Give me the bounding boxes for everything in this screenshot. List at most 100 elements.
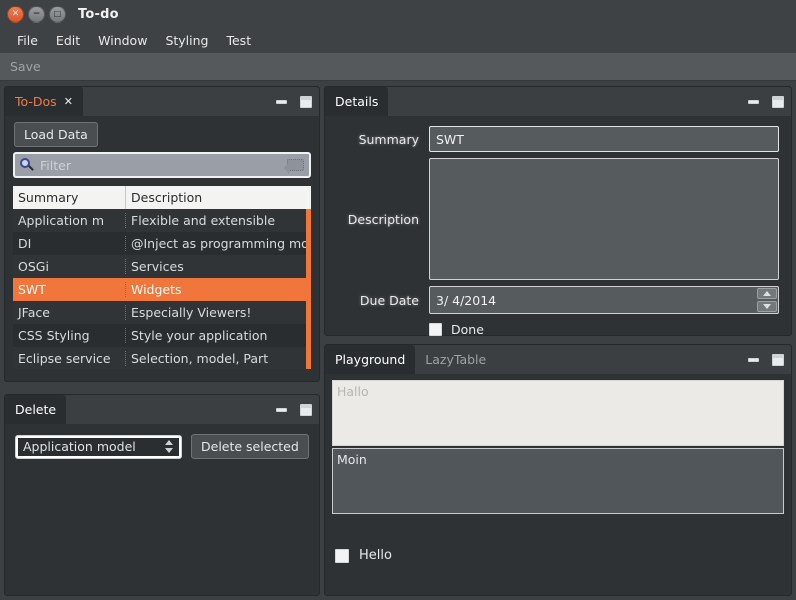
close-icon: ✕ xyxy=(11,8,20,19)
todos-part-controls xyxy=(276,87,312,116)
hello-checkbox[interactable] xyxy=(335,548,349,563)
hello-label: Hello xyxy=(359,548,392,563)
combo-arrows-icon[interactable] xyxy=(159,437,179,456)
window-title: To-do xyxy=(78,6,119,22)
stepper-down-button[interactable] xyxy=(757,301,777,312)
maximize-icon: □ xyxy=(53,9,62,18)
menu-item-window[interactable]: Window xyxy=(89,31,156,50)
table-row[interactable]: JFace Especially Viewers! xyxy=(13,301,311,324)
tab-delete[interactable]: Delete xyxy=(5,395,67,424)
scrollbar-thumb[interactable] xyxy=(306,209,311,369)
table-row[interactable]: CSS Styling Style your application xyxy=(13,324,311,347)
tab-todos-label: To-Dos xyxy=(15,94,57,109)
chevron-up-icon xyxy=(763,291,771,296)
description-field[interactable] xyxy=(429,158,779,280)
done-row: Done xyxy=(325,322,791,337)
playground-checkbox-row: Hello xyxy=(335,548,791,563)
tab-lazytable-label: LazyTable xyxy=(425,352,487,367)
application-window: ✕ − □ To-do File Edit Window Styling Tes… xyxy=(0,0,796,600)
menu-bar: File Edit Window Styling Test xyxy=(0,28,796,53)
due-date-value: 3/ 4/2014 xyxy=(436,292,497,308)
due-date-stepper[interactable] xyxy=(756,287,778,313)
tab-playground-label: Playground xyxy=(335,352,406,367)
cell-description: Style your application xyxy=(131,328,268,343)
summary-label: Summary xyxy=(358,131,419,147)
load-data-button[interactable]: Load Data xyxy=(14,122,98,147)
maximize-icon[interactable] xyxy=(772,95,784,108)
minimize-icon[interactable] xyxy=(276,407,287,412)
maximize-icon[interactable] xyxy=(772,353,784,366)
delete-selected-button[interactable]: Delete selected xyxy=(191,434,309,459)
save-button[interactable]: Save xyxy=(10,59,41,74)
menu-item-styling[interactable]: Styling xyxy=(156,31,217,50)
delete-part-body: Application model Delete selected xyxy=(5,434,319,459)
tab-playground[interactable]: Playground xyxy=(325,345,416,374)
details-part: Details Summary SWT Description Due Date… xyxy=(324,86,792,337)
tab-lazytable[interactable]: LazyTable xyxy=(415,345,496,374)
done-checkbox[interactable] xyxy=(429,323,442,336)
menu-item-test[interactable]: Test xyxy=(217,31,260,50)
due-date-field[interactable]: 3/ 4/2014 xyxy=(429,286,779,314)
table-row-selected[interactable]: SWT Widgets xyxy=(13,278,311,301)
playground-tab-bar: Playground LazyTable xyxy=(325,345,791,374)
todos-table[interactable]: Summary Description Application m Flexib… xyxy=(13,186,311,369)
cell-summary: DI xyxy=(13,236,126,251)
stepper-up-button[interactable] xyxy=(757,288,777,299)
cell-description: Widgets xyxy=(131,282,182,297)
description-label: Description xyxy=(347,211,419,227)
table-row[interactable]: Application m Flexible and extensible xyxy=(13,209,311,232)
todos-tab-bar: To-Dos ✕ xyxy=(5,87,319,116)
minimize-icon[interactable] xyxy=(276,99,287,104)
clear-icon[interactable] xyxy=(284,159,304,174)
minimize-icon[interactable] xyxy=(748,99,759,104)
playground-text-dark[interactable]: Moin xyxy=(332,448,784,514)
details-tab-bar: Details xyxy=(325,87,791,116)
playground-text-light[interactable]: Hallo xyxy=(332,380,784,446)
cell-summary: CSS Styling xyxy=(13,328,126,343)
summary-field[interactable]: SWT xyxy=(429,126,779,152)
playground-part-body: Hallo Moin Hello xyxy=(325,380,791,563)
close-icon[interactable]: ✕ xyxy=(64,95,73,108)
tab-delete-label: Delete xyxy=(15,402,57,417)
cell-summary: OSGi xyxy=(13,259,126,274)
maximize-window-button[interactable]: □ xyxy=(49,5,66,23)
menu-item-file[interactable]: File xyxy=(8,31,47,50)
maximize-icon[interactable] xyxy=(300,403,312,416)
table-row[interactable]: Eclipse service Selection, model, Part xyxy=(13,347,311,369)
todos-part-body: Load Data Filter Summary Description App… xyxy=(5,116,319,369)
table-vertical-scrollbar[interactable] xyxy=(306,209,311,369)
window-button-group: ✕ − □ xyxy=(7,5,66,23)
tab-details-label: Details xyxy=(335,94,379,109)
close-window-button[interactable]: ✕ xyxy=(7,5,24,23)
chevron-down-icon xyxy=(763,304,771,309)
cell-summary: Eclipse service xyxy=(13,351,126,366)
column-header-summary[interactable]: Summary xyxy=(13,186,126,209)
cell-summary: SWT xyxy=(13,282,126,297)
tab-details[interactable]: Details xyxy=(325,87,389,116)
cell-description: Especially Viewers! xyxy=(131,305,252,320)
maximize-icon[interactable] xyxy=(300,95,312,108)
menu-item-edit[interactable]: Edit xyxy=(47,31,89,50)
table-header-row: Summary Description xyxy=(13,186,311,209)
tab-todos[interactable]: To-Dos ✕ xyxy=(5,87,83,116)
cell-description: Services xyxy=(131,259,184,274)
combo-value: Application model xyxy=(18,437,159,456)
chevron-down-icon xyxy=(165,448,173,453)
search-icon xyxy=(20,158,34,172)
done-label: Done xyxy=(451,322,484,337)
todos-part: To-Dos ✕ Load Data Filter Summary Descri… xyxy=(4,86,320,382)
column-header-description[interactable]: Description xyxy=(126,186,311,209)
delete-part-controls xyxy=(276,395,312,424)
minimize-window-button[interactable]: − xyxy=(28,5,45,23)
delete-target-combo[interactable]: Application model xyxy=(15,434,182,459)
table-row[interactable]: DI @Inject as programming mo xyxy=(13,232,311,255)
playground-part-controls xyxy=(748,345,784,374)
tool-bar: Save xyxy=(0,53,796,81)
minimize-icon[interactable] xyxy=(748,357,759,362)
delete-tab-bar: Delete xyxy=(5,395,319,424)
cell-description: Flexible and extensible xyxy=(131,213,276,228)
cell-description: @Inject as programming mo xyxy=(131,236,309,251)
filter-input[interactable]: Filter xyxy=(13,152,311,178)
title-bar: ✕ − □ To-do xyxy=(0,0,796,28)
table-row[interactable]: OSGi Services xyxy=(13,255,311,278)
